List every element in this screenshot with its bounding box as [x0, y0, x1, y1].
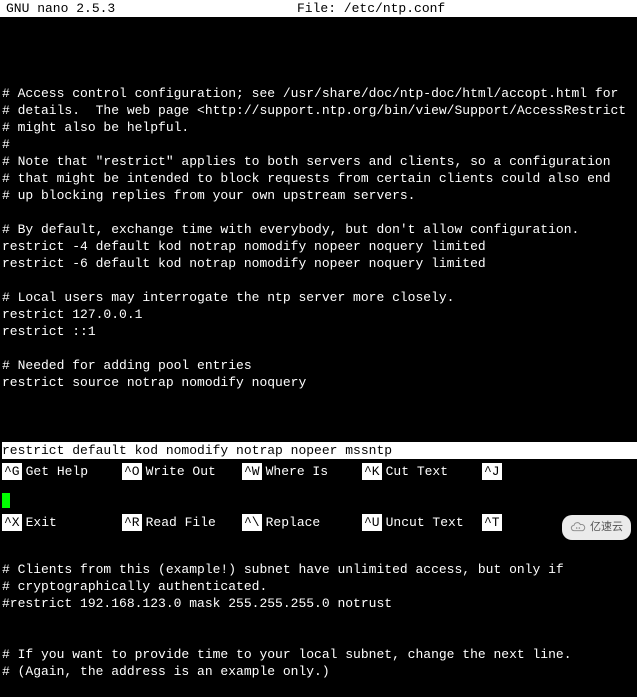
shortcut-label: Write Out — [142, 463, 216, 480]
text-line: #restrict 192.168.123.0 mask 255.255.255… — [2, 595, 637, 612]
shortcut-label — [502, 514, 506, 531]
text-line: # Access control configuration; see /usr… — [2, 85, 637, 102]
text-line — [2, 340, 637, 357]
shortcut-label: Exit — [22, 514, 57, 531]
shortcut-label: Where Is — [262, 463, 328, 480]
shortcut-key: ^U — [362, 514, 382, 531]
text-line — [2, 272, 637, 289]
shortcut-label: Uncut Text — [382, 514, 464, 531]
text-line — [2, 391, 637, 408]
shortcut-item[interactable]: ^OWrite Out — [122, 463, 242, 480]
text-line: # up blocking replies from your own upst… — [2, 187, 637, 204]
watermark-badge: 亿速云 — [562, 515, 631, 540]
shortcut-key: ^W — [242, 463, 262, 480]
shortcut-item[interactable]: ^GGet Help — [2, 463, 122, 480]
shortcut-item[interactable]: ^UUncut Text — [362, 514, 482, 531]
shortcut-key: ^R — [122, 514, 142, 531]
shortcut-label: Cut Text — [382, 463, 448, 480]
text-line: restrict ::1 — [2, 323, 637, 340]
shortcut-key: ^K — [362, 463, 382, 480]
text-line: restrict -4 default kod notrap nomodify … — [2, 238, 637, 255]
app-name: GNU nano 2.5.3 — [0, 0, 115, 17]
file-path: File: /etc/ntp.conf — [297, 0, 455, 17]
text-line — [2, 612, 637, 629]
shortcut-label: Read File — [142, 514, 216, 531]
shortcut-bar: ^GGet Help^OWrite Out^WWhere Is^KCut Tex… — [0, 429, 637, 548]
text-line: # If you want to provide time to your lo… — [2, 646, 637, 663]
shortcut-key: ^X — [2, 514, 22, 531]
text-line: # might also be helpful. — [2, 119, 637, 136]
shortcut-label: Replace — [262, 514, 321, 531]
text-line: # By default, exchange time with everybo… — [2, 221, 637, 238]
text-line: # cryptographically authenticated. — [2, 578, 637, 595]
shortcut-label — [502, 463, 506, 480]
text-line: restrict 127.0.0.1 — [2, 306, 637, 323]
text-line: restrict -6 default kod notrap nomodify … — [2, 255, 637, 272]
shortcut-key: ^G — [2, 463, 22, 480]
shortcut-item[interactable]: ^RRead File — [122, 514, 242, 531]
text-line — [2, 51, 637, 68]
editor-content[interactable]: # Access control configuration; see /usr… — [0, 17, 637, 697]
text-line — [2, 629, 637, 646]
watermark-text: 亿速云 — [590, 519, 623, 536]
cloud-icon — [570, 522, 586, 534]
text-line — [2, 68, 637, 85]
shortcut-label: Get Help — [22, 463, 88, 480]
shortcut-item[interactable]: ^KCut Text — [362, 463, 482, 480]
text-line: restrict source notrap nomodify noquery — [2, 374, 637, 391]
text-line: # that might be intended to block reques… — [2, 170, 637, 187]
text-line: # Note that "restrict" applies to both s… — [2, 153, 637, 170]
shortcut-key: ^\ — [242, 514, 262, 531]
text-line — [2, 204, 637, 221]
text-line: # — [2, 136, 637, 153]
shortcut-key: ^T — [482, 514, 502, 531]
text-line: # Needed for adding pool entries — [2, 357, 637, 374]
shortcut-item[interactable]: ^XExit — [2, 514, 122, 531]
editor-titlebar: GNU nano 2.5.3 File: /etc/ntp.conf — [0, 0, 637, 17]
shortcut-item[interactable]: ^J — [482, 463, 602, 480]
text-line: # Clients from this (example!) subnet ha… — [2, 561, 637, 578]
text-line: # Local users may interrogate the ntp se… — [2, 289, 637, 306]
shortcut-key: ^O — [122, 463, 142, 480]
text-line: # (Again, the address is an example only… — [2, 663, 637, 680]
shortcut-key: ^J — [482, 463, 502, 480]
text-line: # details. The web page <http://support.… — [2, 102, 637, 119]
shortcut-item[interactable]: ^\Replace — [242, 514, 362, 531]
shortcut-item[interactable]: ^WWhere Is — [242, 463, 362, 480]
